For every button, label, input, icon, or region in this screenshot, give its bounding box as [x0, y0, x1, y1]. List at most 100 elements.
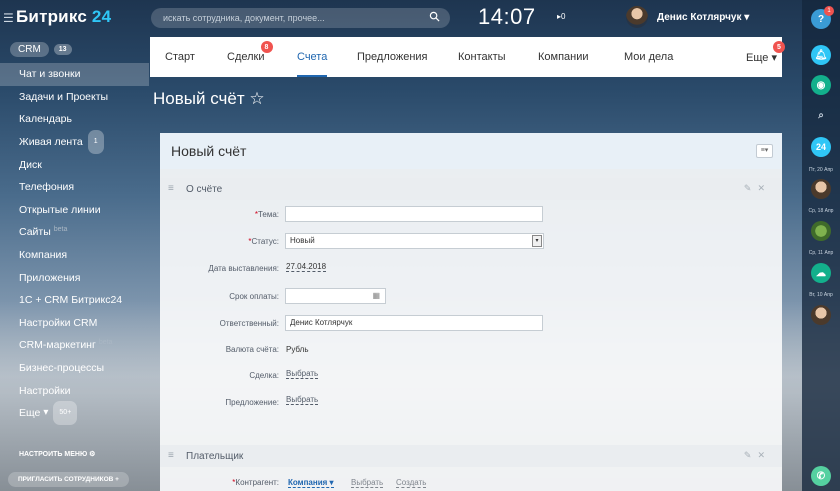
help-badge: 1 [824, 6, 834, 16]
search-icon[interactable]: ⌕ [811, 105, 831, 125]
tab-offers[interactable]: Предложения [357, 51, 428, 63]
edit-icon[interactable]: ✎ [744, 183, 758, 193]
top-bar: ☰ Битрикс 24 14:07 ▸0 Денис Котлярчук ▾ [0, 0, 802, 36]
more-badge: 5 [772, 41, 785, 53]
sidebar-item-label: Чат и звонки [19, 68, 81, 81]
section-tools: ✎✕ [744, 450, 771, 461]
crm-count: 13 [53, 44, 72, 55]
close-icon[interactable]: ✕ [757, 183, 771, 193]
sidebar-item-bizproc[interactable]: Бизнес-процессы [0, 357, 149, 380]
user-name[interactable]: Денис Котлярчук ▾ [657, 12, 749, 23]
sidebar-item-company[interactable]: Компания [0, 244, 149, 267]
tab-my-activities[interactable]: Мои дела [624, 51, 673, 63]
search-icon[interactable] [429, 11, 440, 22]
sidebar-item-label: Диск [19, 158, 42, 171]
sidebar-item-label: Компания [19, 249, 68, 262]
tab-label: Мои дела [624, 51, 674, 63]
sidebar-item-label: 1С + CRM Битрикс24 [19, 294, 123, 307]
contact-avatar[interactable] [811, 305, 831, 325]
beta-label: beta [53, 225, 68, 233]
tab-start[interactable]: Старт [165, 51, 195, 63]
date-label: Ср, 18 Апр [808, 208, 834, 214]
bell-icon[interactable]: 🔔︎ [811, 45, 831, 65]
tab-label: Старт [165, 51, 195, 63]
drag-handle-icon[interactable]: ≡ [168, 450, 174, 461]
crm-tabs: Старт Сделки 8 Счета Предложения Контакты… [150, 37, 785, 77]
sidebar-item-chat[interactable]: Чат и звонки [0, 63, 149, 86]
sidebar-item-crm-marketing[interactable]: CRM-маркетинг beta [0, 334, 149, 357]
sidebar-item-label: CRM-маркетинг [19, 339, 96, 352]
tab-label: Предложения [357, 51, 428, 63]
tab-companies[interactable]: Компании [538, 51, 589, 63]
logo[interactable]: Битрикс 24 [16, 7, 111, 27]
deal-select-link[interactable]: Выбрать [286, 369, 319, 379]
avatar[interactable] [626, 6, 648, 28]
flag-counter[interactable]: ▸0 [557, 12, 565, 21]
chat-icon[interactable]: ◉ [811, 75, 831, 95]
deals-badge: 8 [260, 41, 273, 53]
tab-invoices[interactable]: Счета [297, 51, 328, 77]
edit-icon[interactable]: ✎ [744, 450, 758, 460]
menu-icon[interactable]: ☰ [3, 11, 14, 25]
crm-label[interactable]: CRM [10, 42, 49, 57]
calendar-icon[interactable]: ▦ [372, 289, 380, 303]
sidebar-item-label: Бизнес-процессы [19, 362, 105, 375]
settings-menu-icon[interactable]: ≡▾ [756, 144, 773, 158]
sidebar-item-crm-settings[interactable]: Настройки CRM [0, 312, 149, 335]
date-value[interactable]: 27.04.2018 [286, 262, 327, 272]
sidebar-item-more[interactable]: Еще ▾ 50+ [0, 401, 149, 426]
sidebar-item-label: Сайты [19, 226, 51, 239]
sidebar-item-disk[interactable]: Диск [0, 153, 149, 176]
sidebar-item-sites[interactable]: Сайты beta [0, 221, 149, 244]
sidebar-item-telephony[interactable]: Телефония [0, 176, 149, 199]
card-header: Новый счёт ≡▾ [160, 133, 782, 169]
tab-label: Еще [746, 52, 769, 64]
payer-create-link[interactable]: Создать [396, 478, 427, 488]
contact-avatar[interactable] [811, 179, 831, 199]
phone-icon[interactable]: ✆ [811, 466, 831, 486]
offer-label: Предложение: [225, 398, 279, 407]
contractor-label: *Контрагент: [232, 478, 279, 487]
due-date-input[interactable]: ▦ [285, 288, 386, 304]
status-value: Новый [290, 236, 315, 245]
calendar-24-icon[interactable]: 24 [811, 137, 831, 157]
crm-header[interactable]: CRM 13 [10, 42, 72, 57]
sidebar-item-open-lines[interactable]: Открытые линии [0, 199, 149, 222]
beta-label: beta [98, 338, 113, 346]
status-select[interactable]: Новый ▾ [285, 233, 544, 249]
sidebar-item-tasks[interactable]: Задачи и Проекты [0, 86, 149, 109]
sidebar-item-label: Настройки CRM [19, 316, 98, 329]
right-panel: ? 1 🔔︎ ◉ ⌕ 24 Пт, 20 Апр Ср, 18 Апр Ср, … [802, 0, 840, 491]
cloud-icon[interactable]: ☁ [811, 263, 831, 283]
tune-menu-button[interactable]: НАСТРОИТЬ МЕНЮ ⚙ [19, 450, 95, 458]
sidebar-item-feed[interactable]: Живая лента 1 [0, 130, 149, 155]
tune-menu-label: НАСТРОИТЬ МЕНЮ [19, 451, 88, 458]
offer-select-link[interactable]: Выбрать [286, 395, 319, 405]
company-type-select[interactable]: Компания ▾ [288, 478, 334, 488]
payer-select-link[interactable]: Выбрать [351, 478, 384, 488]
responsible-label: Ответственный: [219, 319, 279, 328]
sidebar-item-1c-crm[interactable]: 1С + CRM Битрикс24 [0, 289, 149, 312]
status-label: *Статус: [248, 237, 279, 246]
tab-more[interactable]: Еще ▾ 5 [746, 41, 785, 64]
tema-label: *Тема: [254, 210, 279, 219]
sidebar-item-settings[interactable]: Настройки [0, 379, 149, 402]
date-label: Ср, 11 Апр [808, 250, 834, 256]
responsible-input[interactable]: Денис Котлярчук [285, 315, 543, 331]
sidebar-item-apps[interactable]: Приложения [0, 266, 149, 289]
tab-deals[interactable]: Сделки 8 [227, 41, 273, 63]
responsible-value: Денис Котлярчук [290, 318, 353, 327]
tema-input[interactable] [285, 206, 543, 222]
search-box[interactable] [151, 8, 450, 28]
date-label: Вт, 10 Апр [809, 292, 833, 298]
invite-button[interactable]: ПРИГЛАСИТЬ СОТРУДНИКОВ + [8, 472, 129, 487]
search-input[interactable] [163, 13, 423, 23]
sidebar-item-calendar[interactable]: Календарь [0, 108, 149, 131]
currency-label: Валюта счёта: [225, 345, 279, 354]
currency-value: Рубль [286, 345, 309, 354]
contact-avatar[interactable] [811, 221, 831, 241]
tab-contacts[interactable]: Контакты [458, 51, 506, 63]
close-icon[interactable]: ✕ [757, 450, 771, 460]
drag-handle-icon[interactable]: ≡ [168, 183, 174, 194]
tab-label: Контакты [458, 51, 506, 63]
